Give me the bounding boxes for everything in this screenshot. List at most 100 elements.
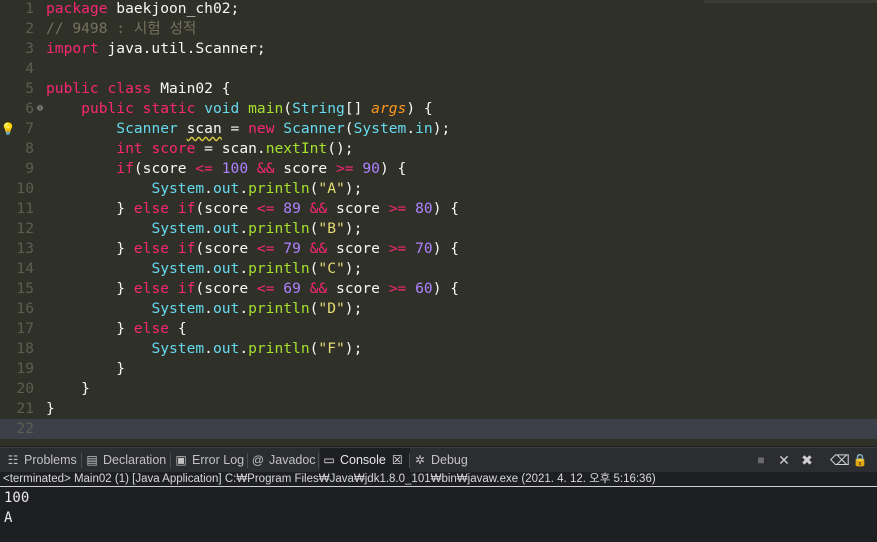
code-token: public — [81, 100, 134, 117]
code-token: . — [204, 340, 213, 357]
code-token: (); — [327, 140, 354, 157]
code-line-1[interactable]: 1 package baekjoon_ch02; — [0, 0, 877, 19]
code-line-5[interactable]: 5 public class Main02 { — [0, 79, 877, 99]
code-token: <= — [195, 160, 213, 177]
code-text: } else if(score <= 89 && score >= 80) { — [46, 199, 459, 219]
code-token: <= — [256, 280, 275, 297]
code-line-11[interactable]: 11 } else if(score <= 89 && score >= 80)… — [0, 199, 877, 219]
code-token: . — [204, 300, 213, 317]
code-line-12[interactable]: 12 System.out.println("B"); — [0, 219, 877, 239]
code-token: if — [116, 160, 134, 177]
code-token: if — [177, 240, 196, 257]
line-number: 3 — [25, 40, 34, 57]
debug-icon: ✲ — [414, 453, 426, 467]
tab-label: Problems — [24, 453, 77, 467]
code-token: println — [248, 340, 310, 357]
tab-problems[interactable]: ☷ Problems — [4, 448, 82, 473]
code-text: if(score <= 100 && score >= 90) { — [46, 159, 406, 179]
line-number: 12 — [16, 220, 34, 237]
code-token: java.util.Scanner; — [98, 40, 266, 57]
code-token: if — [177, 280, 196, 297]
code-token: "C" — [318, 260, 345, 277]
code-token: scan — [186, 120, 222, 137]
line-number: 8 — [25, 140, 34, 157]
code-token: [] — [344, 100, 372, 117]
terminate-icon[interactable]: ■ — [752, 448, 770, 473]
tab-declaration[interactable]: ▤ Declaration — [83, 448, 171, 473]
tab-debug[interactable]: ✲ Debug — [411, 448, 475, 473]
line-number: 9 — [25, 160, 34, 177]
code-token: System — [151, 300, 205, 317]
code-line-22[interactable]: 22 — [0, 419, 877, 439]
code-token: ) { — [432, 200, 460, 217]
tab-javadoc[interactable]: @ Javadoc — [249, 448, 319, 473]
console-status-line: <terminated> Main02 (1) [Java Applicatio… — [0, 472, 877, 486]
code-token: . — [239, 180, 249, 197]
code-editor[interactable]: 1 package baekjoon_ch02; 2 // 9498 : 시험 성적 3… — [0, 0, 877, 446]
code-line-15[interactable]: 15 } else if(score <= 69 && score >= 60)… — [0, 279, 877, 299]
code-token: in — [415, 120, 433, 137]
tab-error-log[interactable]: ▣ Error Log — [172, 448, 248, 473]
code-line-7[interactable]: 7 💡 Scanner scan = new Scanner(System.in)… — [0, 119, 877, 139]
scroll-lock-icon[interactable]: 🔒 — [851, 448, 869, 473]
code-line-21[interactable]: 21} — [0, 399, 877, 419]
code-text: } else if(score <= 79 && score >= 70) { — [46, 239, 459, 259]
code-token: (score — [133, 160, 196, 177]
code-text: int score = scan.nextInt(); — [46, 139, 354, 159]
code-token: out — [212, 260, 240, 277]
code-token: 70 — [415, 240, 433, 257]
code-text: public class Main02 { — [46, 79, 231, 99]
line-number: 10 — [16, 180, 34, 197]
code-token: baekjoon_ch02; — [107, 0, 240, 17]
code-token: . — [239, 260, 249, 277]
code-text: } — [46, 359, 125, 379]
code-token: ( — [344, 120, 354, 137]
code-line-8[interactable]: 8 int score = scan.nextInt(); — [0, 139, 877, 159]
code-token: println — [248, 260, 310, 277]
code-text: package baekjoon_ch02; — [46, 0, 239, 19]
code-line-19[interactable]: 19 } — [0, 359, 877, 379]
code-line-4[interactable]: 4 — [0, 59, 877, 79]
code-line-20[interactable]: 20 } — [0, 379, 877, 399]
code-line-14[interactable]: 14 System.out.println("C"); — [0, 259, 877, 279]
fold-collapse-icon[interactable]: ⊖ — [34, 99, 46, 119]
tab-label: Declaration — [103, 453, 167, 467]
code-token: ); — [344, 260, 363, 277]
code-line-2[interactable]: 2 // 9498 : 시험 성적 — [0, 19, 877, 39]
code-line-17[interactable]: 17 } else { — [0, 319, 877, 339]
remove-launch-icon[interactable]: ✕ — [775, 448, 793, 473]
code-token: else — [133, 280, 170, 297]
code-text: System.out.println("A"); — [46, 179, 362, 199]
code-token: "A" — [318, 180, 345, 197]
code-text: } — [46, 399, 55, 419]
code-line-18[interactable]: 18 System.out.println("F"); — [0, 339, 877, 359]
code-token: } — [46, 240, 134, 257]
code-token: ) { — [432, 240, 460, 257]
code-line-13[interactable]: 13 } else if(score <= 79 && score >= 70)… — [0, 239, 877, 259]
code-line-3[interactable]: 3 import java.util.Scanner; — [0, 39, 877, 59]
code-token: && — [309, 200, 328, 217]
tab-console[interactable]: ▭ Console ☒ — [320, 448, 410, 473]
code-line-16[interactable]: 16 System.out.println("D"); — [0, 299, 877, 319]
quick-fix-bulb-icon[interactable]: 💡 — [0, 119, 16, 139]
code-line-6[interactable]: 6 ⊖ public static void main(String[] args… — [0, 99, 877, 119]
code-token: 100 — [221, 160, 249, 177]
code-token: int — [116, 140, 143, 157]
remove-all-terminated-icon[interactable]: ✖ — [798, 448, 816, 473]
code-line-10[interactable]: 10 System.out.println("A"); — [0, 179, 877, 199]
code-token: else — [133, 320, 170, 337]
clear-console-icon[interactable]: ⌫ — [830, 448, 850, 473]
code-text: // 9498 : 시험 성적 — [46, 19, 196, 39]
close-tab-icon[interactable]: ☒ — [392, 453, 403, 467]
code-token: println — [248, 220, 310, 237]
code-text: System.out.println("D"); — [46, 299, 362, 319]
console-output[interactable]: 100 A — [0, 487, 877, 542]
code-token: . — [204, 260, 213, 277]
code-line-9[interactable]: 9 if(score <= 100 && score >= 90) { — [0, 159, 877, 179]
